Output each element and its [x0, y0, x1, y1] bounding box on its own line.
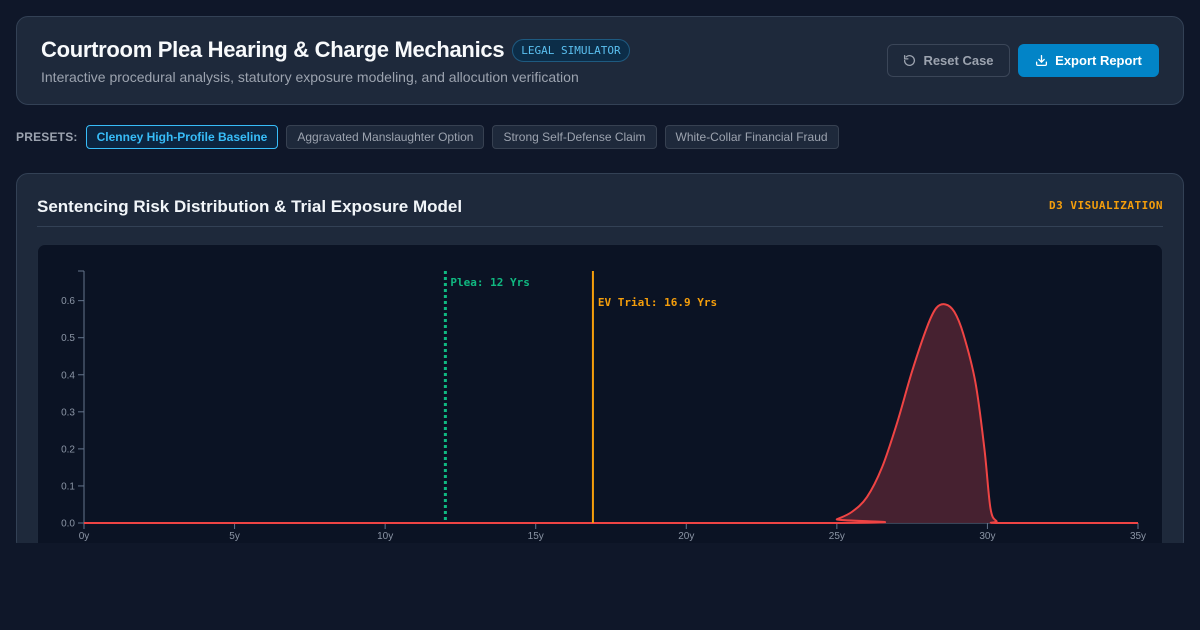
reset-case-label: Reset Case [923, 53, 994, 68]
d3-visualization-tag: D3 VISUALIZATION [1049, 199, 1163, 212]
reset-case-button[interactable]: Reset Case [887, 44, 1010, 77]
sentencing-risk-chart: 0.0 0.1 0.2 0.3 0.4 0.5 0.6 0y 5y 10y 15y 20y 25y 30y… [61, 270, 1146, 542]
y-tick-label: 0.3 [61, 407, 75, 418]
y-tick-label: 0.5 [61, 333, 75, 344]
preset-clenney-baseline[interactable]: Clenney High-Profile Baseline [85, 125, 279, 149]
x-tick-label: 5y [229, 531, 240, 542]
export-report-button[interactable]: Export Report [1018, 44, 1159, 77]
x-tick-label: 10y [377, 531, 393, 542]
preset-self-defense[interactable]: Strong Self-Defense Claim [492, 125, 657, 149]
chart-container: 0.0 0.1 0.2 0.3 0.4 0.5 0.6 0y 5y 10y 15y 20y 25y 30y… [37, 244, 1163, 564]
x-tick-label: 0y [79, 531, 90, 542]
chart-panel-title: Sentencing Risk Distribution & Trial Exp… [37, 197, 463, 216]
preset-financial-fraud[interactable]: White-Collar Financial Fraud [664, 125, 839, 149]
y-tick-label: 0.1 [61, 481, 75, 492]
x-tick-label: 20y [678, 531, 694, 542]
page-bottom-area [0, 543, 1200, 630]
legal-simulator-badge: LEGAL SIMULATOR [512, 38, 630, 62]
title-row: Courtroom Plea Hearing & Charge Mechanic… [41, 37, 630, 63]
page-subtitle: Interactive procedural analysis, statuto… [41, 69, 579, 85]
y-tick-label: 0.2 [61, 444, 75, 455]
ev-trial-marker-label: EV Trial: 16.9 Yrs [598, 296, 717, 309]
page-title: Courtroom Plea Hearing & Charge Mechanic… [41, 37, 505, 62]
header-card: Courtroom Plea Hearing & Charge Mechanic… [16, 16, 1184, 105]
x-tick-label: 30y [979, 531, 995, 542]
x-tick-label: 15y [528, 531, 544, 542]
x-tick-label: 25y [829, 531, 845, 542]
preset-aggravated-manslaughter[interactable]: Aggravated Manslaughter Option [286, 125, 485, 149]
plea-marker-label: Plea: 12 Yrs [450, 276, 529, 289]
y-tick-label: 0.6 [61, 296, 75, 307]
x-tick-label: 35y [1130, 531, 1146, 542]
chart-panel: Sentencing Risk Distribution & Trial Exp… [16, 173, 1184, 564]
y-tick-label: 0.0 [61, 519, 75, 530]
export-report-label: Export Report [1055, 53, 1142, 68]
download-icon [1036, 54, 1048, 67]
y-tick-label: 0.4 [61, 370, 75, 381]
presets-label: PRESETS: [16, 130, 78, 144]
rotate-ccw-icon [904, 54, 916, 66]
presets-bar: PRESETS: Clenney High-Profile Baseline A… [16, 125, 847, 149]
panel-divider [37, 226, 1163, 227]
